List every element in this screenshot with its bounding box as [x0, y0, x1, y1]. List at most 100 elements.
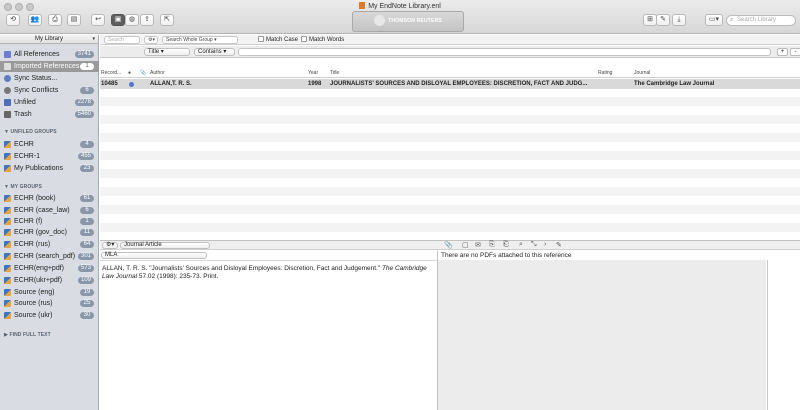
sidebar-item-sync-conflicts[interactable]: Sync Conflicts 6 — [0, 85, 99, 96]
group-icon — [4, 207, 11, 214]
count-badge: 573 — [77, 265, 94, 272]
column-header-year[interactable]: Year — [308, 68, 318, 78]
edit-pdf-icon[interactable]: ✎ — [556, 241, 562, 249]
integrated-library-button[interactable]: ⇪ — [140, 14, 154, 26]
email-icon[interactable]: ✉ — [475, 241, 481, 249]
empty-row — [100, 97, 800, 106]
find-full-text-button[interactable]: ⤓ — [672, 14, 686, 26]
column-header-record[interactable]: Record... — [101, 68, 121, 78]
group-icon — [4, 277, 11, 284]
new-reference-button[interactable]: ⊞ — [643, 14, 657, 26]
next-icon[interactable]: › — [544, 241, 546, 248]
sidebar-header[interactable]: My Library ▾ — [0, 35, 98, 44]
attach-pdf-icon[interactable]: ⎘ — [489, 241, 495, 249]
count-badge: 5460 — [74, 111, 94, 118]
search-in-pdf-icon[interactable]: ⌕ — [519, 241, 523, 249]
output-style-select[interactable]: MLA — [101, 252, 207, 259]
sidebar-item-unfiled[interactable]: Unfiled 2278 — [0, 97, 99, 108]
reference-table-header: Record... ● 📎 Author Year Title Rating J… — [100, 68, 800, 78]
criteria-value-input[interactable] — [238, 48, 771, 56]
remove-criteria-button[interactable]: - — [790, 48, 800, 56]
reference-type-select[interactable]: Journal Article — [120, 242, 210, 249]
sidebar-group-item[interactable]: ECHR (book) 61 — [0, 193, 99, 204]
new-note-icon[interactable]: ▢ — [462, 241, 469, 249]
pdf-viewer — [438, 260, 766, 410]
sidebar-item-trash[interactable]: Trash 5460 — [0, 109, 99, 120]
table-row[interactable]: 10485 ALLAN,T. R. S. 1998 JOURNALISTS' S… — [100, 79, 800, 89]
sidebar-group-item[interactable]: Source (ukr) 30 — [0, 310, 99, 321]
find-full-text-header[interactable]: ▶ FIND FULL TEXT — [4, 332, 51, 338]
read-status-icon[interactable]: ● — [128, 68, 131, 78]
group-icon — [4, 195, 11, 202]
search-icon: ⌕ — [730, 17, 734, 23]
cell-title: JOURNALISTS' SOURCES AND DISLOYAL EMPLOY… — [330, 81, 588, 87]
sidebar-group-item[interactable]: ECHR (case_law) 6 — [0, 205, 99, 216]
column-header-author[interactable]: Author — [150, 68, 165, 78]
sidebar-group-item[interactable]: ECHR (rus) 64 — [0, 239, 99, 250]
local-library-mode-button[interactable]: ▣ — [111, 14, 125, 26]
cell-year: 1998 — [308, 81, 322, 87]
match-words-checkbox[interactable]: Match Words — [301, 36, 344, 44]
read-dot-icon — [129, 82, 134, 87]
format-bibliography-button[interactable]: ▤ — [67, 14, 81, 26]
document-icon — [359, 2, 366, 9]
group-icon — [4, 153, 11, 160]
count-badge: 6 — [80, 87, 94, 94]
my-groups-header[interactable]: ▼ MY GROUPS — [4, 184, 42, 190]
sidebar-item-sync-status[interactable]: Sync Status... — [0, 73, 99, 84]
search-criteria-row: Title ▾ Contains ▾ + - — [100, 46, 800, 58]
search-input[interactable]: Search — [104, 36, 140, 44]
sync-conflict-icon — [4, 87, 11, 94]
sidebar-group-item[interactable]: ECHR (gov_doc) 11 — [0, 227, 99, 238]
sidebar-group-item[interactable]: ECHR(ukr+pdf) 109 — [0, 275, 99, 286]
count-badge: 1 — [80, 63, 94, 70]
column-header-journal[interactable]: Journal — [634, 68, 650, 78]
library-icon — [4, 51, 11, 58]
layout-menu-button[interactable]: ▭▾ — [705, 14, 723, 26]
sidebar-group-item[interactable]: Source (rus) 25 — [0, 298, 99, 309]
edit-reference-button[interactable]: ✎ — [656, 14, 670, 26]
group-icon — [4, 141, 11, 148]
return-button[interactable]: ↩ — [91, 14, 105, 26]
count-badge: 109 — [77, 277, 94, 284]
match-case-checkbox[interactable]: Match Case — [258, 36, 298, 44]
open-link-button[interactable]: ⇱ — [160, 14, 174, 26]
sidebar-group-item[interactable]: ECHR 4 — [0, 139, 99, 150]
share-button[interactable]: 👥 — [28, 14, 42, 26]
count-badge: 4 — [80, 141, 94, 148]
unfiled-groups-header[interactable]: ▼ UNFILED GROUPS — [4, 129, 57, 135]
checkbox-icon — [258, 36, 264, 42]
trash-icon — [4, 111, 11, 118]
title-bar: My EndNote Library.enl ⟲ 👥 ⎙ ▤ ↩ ▣ ◍ ⇪ ⇱… — [0, 0, 800, 34]
online-search-mode-button[interactable]: ◍ — [125, 14, 139, 26]
sidebar-group-item[interactable]: ECHR(eng+pdf) 573 — [0, 263, 99, 274]
column-header-title[interactable]: Title — [330, 68, 339, 78]
sidebar-group-item[interactable]: ECHR (f) 1 — [0, 216, 99, 227]
column-header-rating[interactable]: Rating — [598, 68, 612, 78]
remove-pdf-icon[interactable]: ⎗ — [503, 241, 509, 249]
search-scope-select[interactable]: Search Whole Group ▾ — [162, 36, 238, 44]
sidebar-item-imported-references[interactable]: Imported References 1 — [0, 61, 99, 72]
reference-options-button[interactable]: ⚙▾ — [102, 242, 118, 249]
sidebar-group-item[interactable]: ECHR (search_pdf) 301 — [0, 251, 99, 262]
search-options-button[interactable]: ⚙▾ — [144, 36, 158, 44]
sidebar-group-item[interactable]: ECHR-1 455 — [0, 151, 99, 162]
search-library-input[interactable]: ⌕ Search Library — [726, 15, 796, 26]
count-badge: 6 — [80, 207, 94, 214]
globe-icon — [374, 15, 386, 27]
field-select[interactable]: Title ▾ — [144, 48, 190, 56]
empty-row — [100, 151, 800, 160]
attachment-icon[interactable]: 📎 — [140, 68, 146, 78]
count-badge: 64 — [80, 241, 94, 248]
group-icon — [4, 218, 11, 225]
sidebar-group-item[interactable]: Source (eng) 19 — [0, 287, 99, 298]
sidebar-item-all-references[interactable]: All References 3741 — [0, 49, 99, 60]
sidebar-group-item[interactable]: My Publications 23 — [0, 163, 99, 174]
zoom-icon[interactable]: ⤡ — [531, 241, 537, 249]
add-criteria-button[interactable]: + — [777, 48, 788, 56]
sync-button[interactable]: ⟲ — [6, 14, 20, 26]
group-icon — [4, 253, 11, 260]
insert-citation-button[interactable]: ⎙ — [48, 14, 62, 26]
attach-file-icon[interactable]: 📎 — [444, 241, 453, 249]
operator-select[interactable]: Contains ▾ — [194, 48, 235, 56]
